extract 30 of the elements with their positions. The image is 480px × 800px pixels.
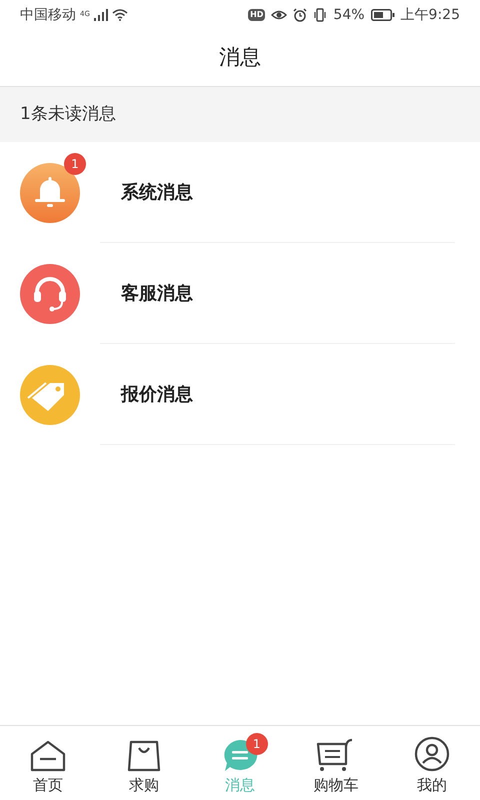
home-icon <box>30 740 66 772</box>
signal-icon <box>94 9 108 21</box>
unread-banner: 1条未读消息 <box>0 87 480 142</box>
message-category-item[interactable]: 1 系统消息 <box>0 142 480 243</box>
unread-badge: 1 <box>64 152 86 174</box>
headset-icon <box>20 264 80 324</box>
hd-badge: HD <box>248 9 266 21</box>
user-icon <box>414 736 450 772</box>
category-title: 客服消息 <box>121 282 193 306</box>
tag-icon <box>20 364 80 424</box>
page-title: 消息 <box>219 44 261 72</box>
nav-tab[interactable]: 我的 <box>384 726 480 800</box>
category-title: 报价消息 <box>121 383 193 407</box>
alarm-icon <box>293 8 308 22</box>
nav-tab[interactable]: 求购 <box>96 726 192 800</box>
nav-tab[interactable]: 消息 1 <box>192 726 288 800</box>
nav-tab[interactable]: 购物车 <box>288 726 384 800</box>
clock-time: 上午9:25 <box>400 6 460 24</box>
battery-icon <box>370 9 395 21</box>
carrier-name: 中国移动 <box>20 6 76 24</box>
unread-badge: 1 <box>246 733 268 755</box>
vibrate-icon <box>313 8 328 22</box>
message-category-item[interactable]: 报价消息 <box>0 344 480 445</box>
eye-icon <box>271 9 288 21</box>
wifi-icon <box>112 9 128 21</box>
category-title: 系统消息 <box>121 181 193 205</box>
battery-percent: 54% <box>333 6 365 24</box>
shopping-bag-icon <box>127 740 161 772</box>
nav-tab[interactable]: 首页 <box>0 726 96 800</box>
message-category-item[interactable]: 客服消息 <box>0 243 480 344</box>
